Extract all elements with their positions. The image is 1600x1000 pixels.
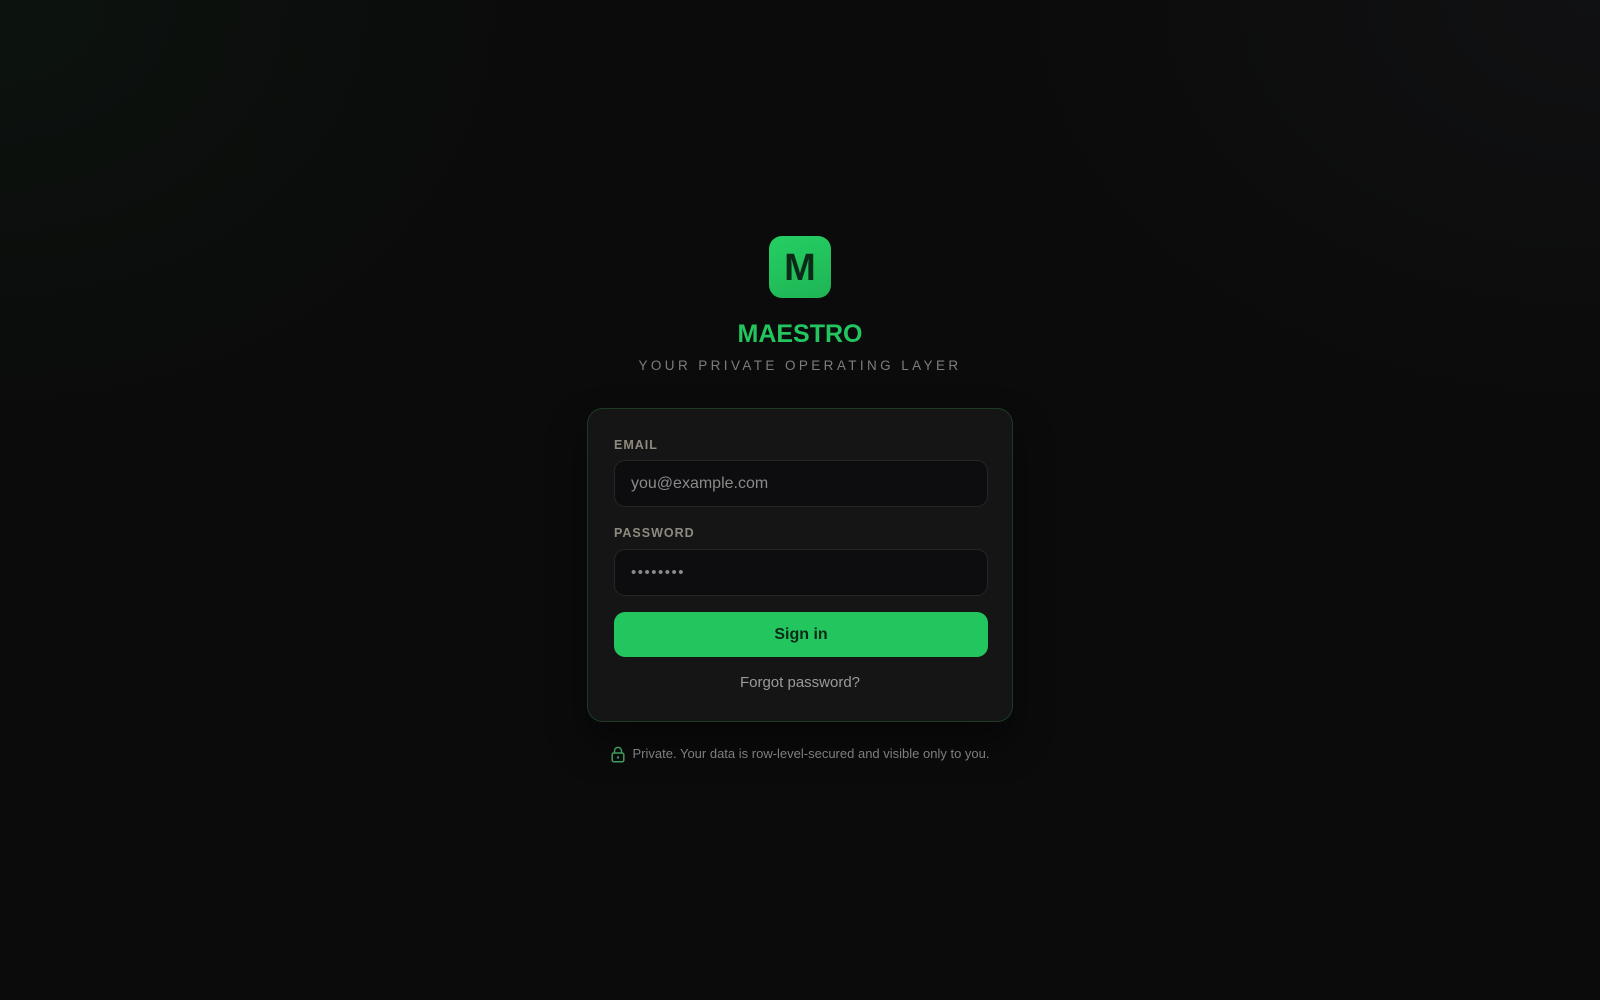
password-field[interactable] (614, 549, 988, 596)
login-card: EMAIL PASSWORD Sign in Forgot password? (587, 408, 1013, 722)
forgot-password-link[interactable]: Forgot password? (588, 674, 1012, 692)
sign-in-button[interactable]: Sign in (614, 612, 988, 657)
email-label: EMAIL (614, 438, 658, 452)
email-field[interactable] (614, 460, 988, 507)
app-name: MAESTRO (737, 320, 863, 348)
logo-letter: M (784, 247, 816, 289)
privacy-text: Private. Your data is row-level-secured … (632, 746, 990, 761)
app-logo: M (769, 236, 831, 298)
app-tagline: YOUR PRIVATE OPERATING LAYER (638, 358, 962, 373)
privacy-notice: Private. Your data is row-level-secured … (0, 745, 1600, 763)
lock-icon (610, 746, 625, 763)
password-label: PASSWORD (614, 526, 695, 540)
